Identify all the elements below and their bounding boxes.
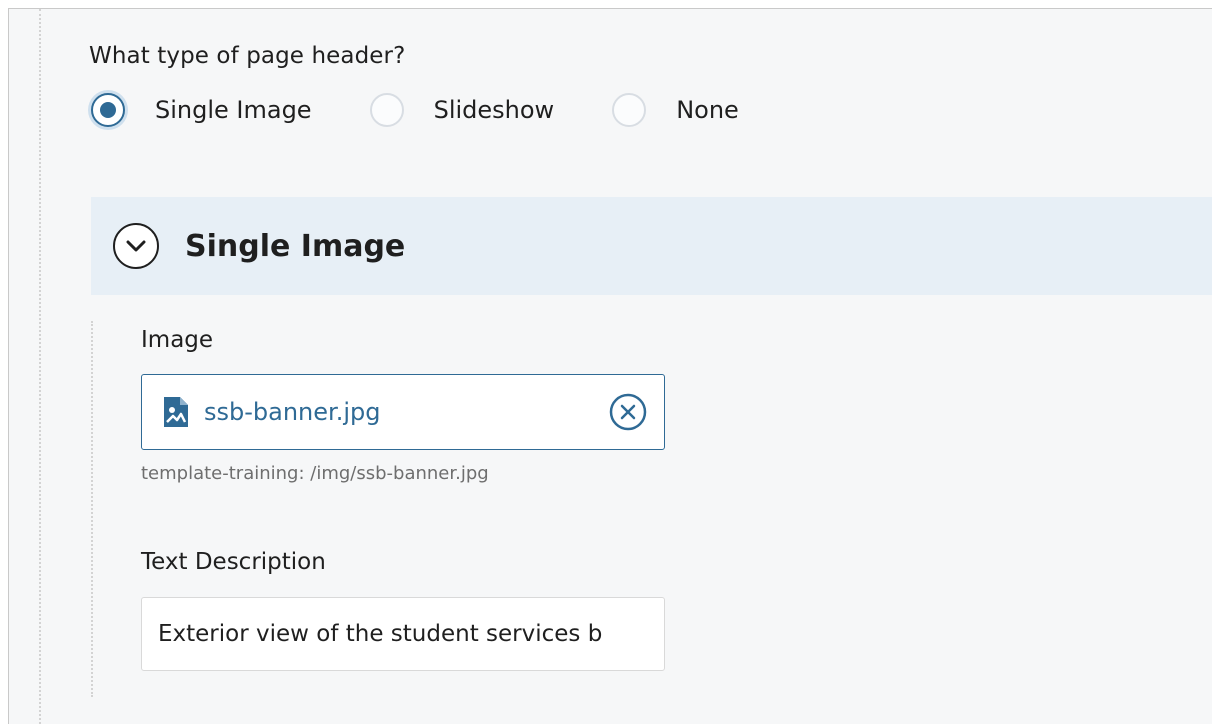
- clear-circle-icon[interactable]: [608, 392, 648, 432]
- selected-file-name[interactable]: ssb-banner.jpg: [204, 398, 608, 426]
- chevron-down-circle-icon[interactable]: [113, 223, 159, 269]
- radio-label-none: None: [676, 96, 739, 124]
- section-title: Single Image: [185, 228, 406, 264]
- image-picker-field[interactable]: ssb-banner.jpg: [141, 374, 665, 450]
- radio-option-single-image[interactable]: Single Image: [91, 93, 312, 127]
- radio-label-single-image: Single Image: [155, 96, 312, 124]
- inner-nesting-guide: [91, 321, 93, 697]
- radio-option-slideshow[interactable]: Slideshow: [369, 93, 555, 127]
- single-image-section-header[interactable]: Single Image: [91, 197, 1212, 295]
- radio-selected-dot: [100, 102, 116, 118]
- radio-button-single-image[interactable]: [91, 93, 125, 127]
- image-file-icon: [162, 395, 190, 429]
- radio-label-slideshow: Slideshow: [433, 96, 555, 124]
- page-header-editor: What type of page header? Single Image S…: [8, 8, 1212, 724]
- image-field-label: Image: [141, 327, 214, 353]
- text-description-input[interactable]: [141, 597, 665, 671]
- radio-button-slideshow[interactable]: [369, 93, 404, 127]
- header-type-question: What type of page header?: [89, 43, 406, 69]
- outer-nesting-guide: [39, 9, 41, 724]
- text-description-label: Text Description: [141, 549, 326, 575]
- image-file-path: template-training: /img/ssb-banner.jpg: [141, 463, 489, 484]
- header-type-radio-group: Single Image Slideshow None: [91, 89, 797, 131]
- radio-button-none[interactable]: [612, 93, 647, 127]
- radio-option-none[interactable]: None: [612, 93, 739, 127]
